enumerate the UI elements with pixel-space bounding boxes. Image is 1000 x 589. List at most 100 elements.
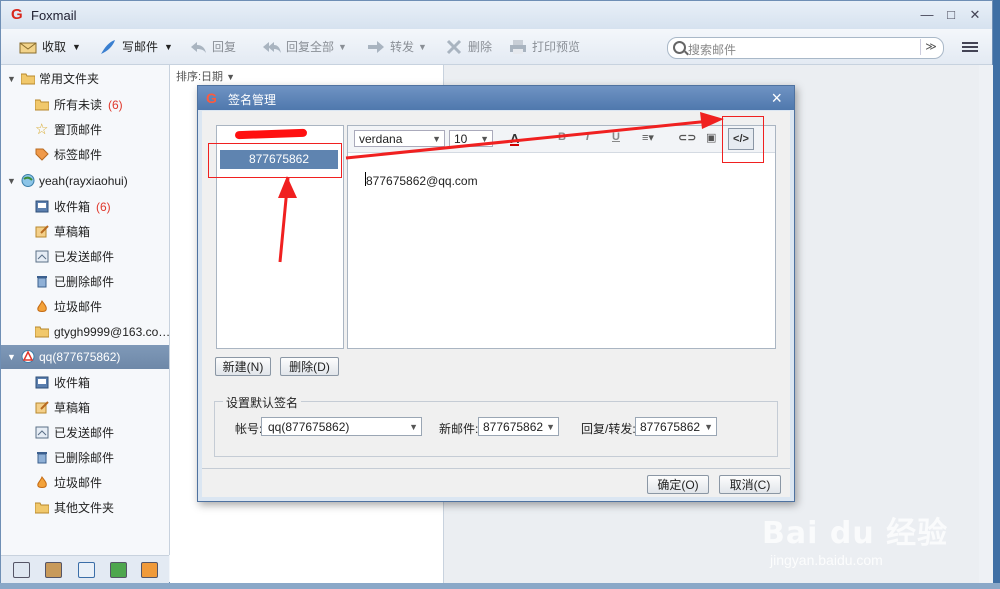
new-signature-button[interactable]: 新建(N) [215,357,271,376]
account-select[interactable]: qq(877675862) ▼ [261,417,422,436]
star-icon: ☆ [35,121,49,138]
receive-label: 收取 [42,40,67,54]
folder-deleted[interactable]: 已删除邮件 [1,270,169,294]
folder-sent[interactable]: 已发送邮件 [1,421,169,445]
folder-drafts[interactable]: 草稿箱 [1,220,169,244]
signature-content[interactable]: 877675862@qq.com [366,174,478,188]
reply-icon [191,42,206,53]
reply-all-icon [263,42,281,53]
dialog-footer-divider [202,468,790,469]
sent-icon [35,250,49,263]
contacts-module-icon[interactable] [45,562,62,578]
default-signature-group: 设置默认签名 帐号: qq(877675862) ▼ 新邮件: 877675862… [214,394,778,457]
reply-all-button[interactable]: 回复全部 ▼ [263,37,347,57]
dialog-title: 签名管理 [228,93,277,107]
font-color-icon[interactable]: A [510,131,520,146]
drafts-icon [35,225,49,238]
foxmail-logo-icon: G [11,6,23,23]
folder-other[interactable]: 其他文件夹 [1,496,169,520]
delete-signature-button[interactable]: 删除(D) [280,357,339,376]
reply-signature-select[interactable]: 877675862 ▼ [635,417,717,436]
feather-icon [101,40,115,54]
redaction-mark [234,128,308,140]
close-button[interactable]: ✕ [967,7,983,23]
folder-icon [35,502,49,514]
reply-forward-label: 回复/转发: [581,422,636,436]
account-globe-icon [21,350,35,363]
trash-icon [37,276,47,288]
image-icon[interactable]: ▣ [706,131,716,144]
folder-tagged[interactable]: 标签邮件 [1,143,169,167]
reply-all-label: 回复全部 [286,40,335,54]
font-family-select[interactable]: verdana ▼ [354,130,445,147]
watermark-url: jingyan.baidu.com [770,552,883,568]
folder-drafts[interactable]: 草稿箱 [1,396,169,420]
group-common-folders[interactable]: ▼ 常用文件夹 [1,67,169,91]
group-yeah-account[interactable]: ▼ yeah(rayxiaohui) [1,169,169,193]
search-icon [673,41,686,54]
minimize-button[interactable]: — [919,7,935,23]
italic-button[interactable]: I [586,131,589,143]
collapse-arrow-icon: ▼ [7,176,16,186]
tag-icon [35,148,49,161]
signature-editor[interactable]: verdana ▼ 10 ▼ A B I U ≡▾ ⊂⊃ ▣ </> 8776758… [347,125,776,349]
menu-icon[interactable] [962,40,978,54]
account-label: 帐号: [235,422,263,436]
sort-selector[interactable]: 排序:日期 ▼ [176,68,235,84]
folder-sidebar: ▼ 常用文件夹 所有未读 (6) ☆ 置顶邮件 标签邮件 ▼ yeah(rayxi… [1,65,170,555]
printer-icon [510,40,526,54]
print-preview-button[interactable]: 打印预览 [509,37,580,57]
folder-deleted[interactable]: 已删除邮件 [1,446,169,470]
receive-button[interactable]: 收取 ▼ [19,37,81,57]
collapse-arrow-icon: ▼ [7,352,16,362]
notes-module-icon[interactable] [110,562,127,578]
font-size-select[interactable]: 10 ▼ [449,130,493,147]
folder-pinned[interactable]: ☆ 置顶邮件 [1,118,169,142]
folder-gtygh[interactable]: gtygh9999@163.co… [1,320,170,344]
folder-inbox[interactable]: 收件箱 [1,371,169,395]
maximize-button[interactable]: □ [943,7,959,23]
folder-inbox[interactable]: 收件箱 (6) [1,195,169,219]
folder-junk[interactable]: 垃圾邮件 [1,471,169,495]
new-mail-label: 新邮件: [439,422,479,436]
foxmail-logo-icon: G [206,90,217,106]
folder-junk[interactable]: 垃圾邮件 [1,295,169,319]
unread-count: (6) [96,200,111,214]
group-qq-account[interactable]: ▼ qq(877675862) [1,345,169,369]
calendar-module-icon[interactable] [78,562,95,578]
forward-arrow-icon [368,41,384,53]
delete-button[interactable]: 删除 [445,37,492,57]
module-switcher [1,555,169,584]
folder-all-unread[interactable]: 所有未读 (6) [1,93,169,117]
folder-icon [21,73,35,85]
inbox-icon [35,200,49,213]
underline-button[interactable]: U [612,131,620,143]
dialog-close-button[interactable]: × [771,88,782,109]
align-icon[interactable]: ≡▾ [642,131,654,144]
folder-icon [35,326,49,338]
folder-sent[interactable]: 已发送邮件 [1,245,169,269]
link-icon[interactable]: ⊂⊃ [678,131,696,144]
group-legend: 设置默认签名 [223,394,302,411]
dialog-title-bar: G 签名管理 × [198,86,794,110]
search-options-button[interactable]: ≫ [920,39,941,55]
bold-button[interactable]: B [558,131,566,143]
reply-button[interactable]: 回复 [189,37,236,57]
new-mail-signature-select[interactable]: 877675862 ▼ [478,417,559,436]
folder-icon [35,99,49,111]
ok-button[interactable]: 确定(O) [647,475,709,494]
search-box[interactable]: 搜索邮件 ≫ [667,37,944,59]
desktop-edge-bottom [0,583,1000,589]
inbox-icon [35,376,49,389]
forward-button[interactable]: 转发 ▼ [367,37,427,57]
account-globe-icon [21,174,35,187]
rss-module-icon[interactable] [141,562,158,578]
compose-button[interactable]: 写邮件 ▼ [99,37,173,57]
unread-count: (6) [108,98,123,112]
delete-label: 删除 [468,40,493,54]
mail-module-icon[interactable] [13,562,30,578]
junk-fire-icon [37,300,47,312]
title-bar: G Foxmail — □ ✕ [1,1,992,29]
collapse-arrow-icon: ▼ [7,74,16,84]
envelope-icon [19,42,37,54]
